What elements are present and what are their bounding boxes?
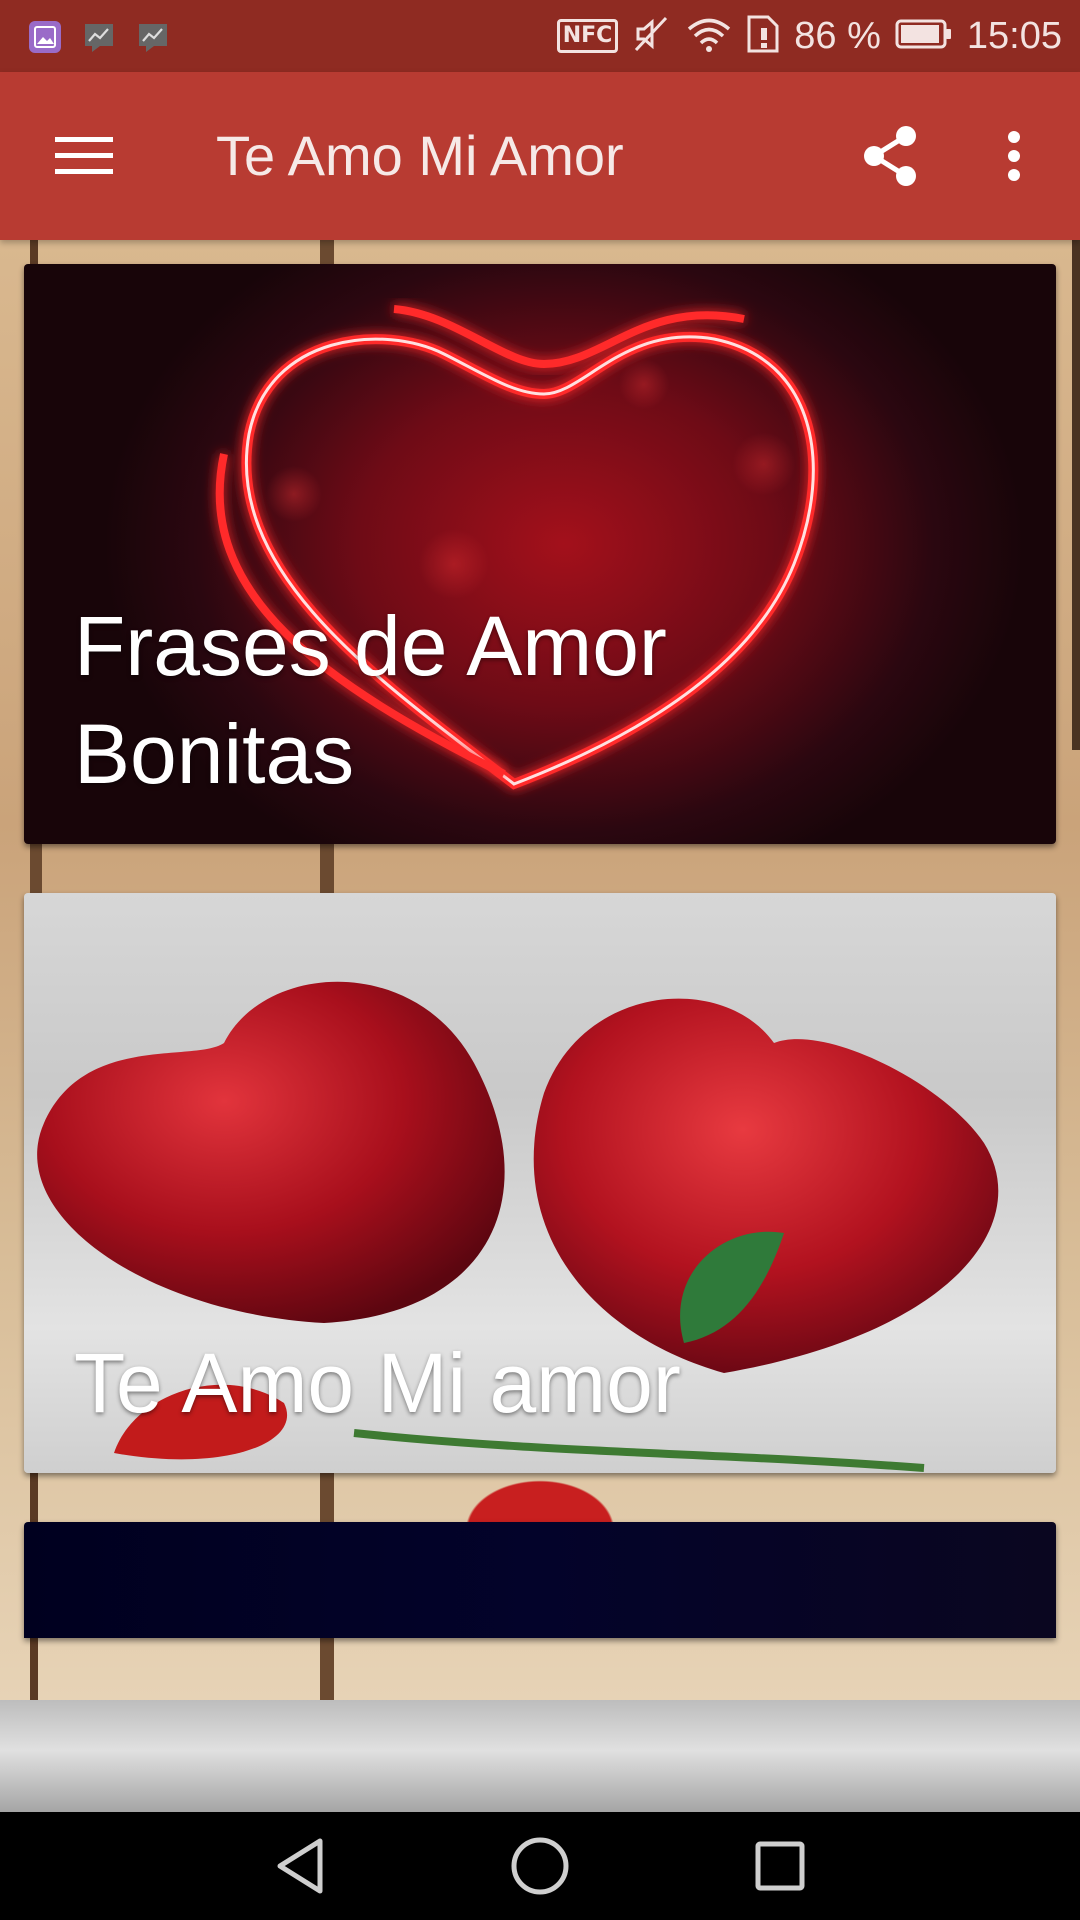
nfc-icon: NFC <box>556 19 619 53</box>
recents-button[interactable] <box>744 1830 816 1902</box>
back-triangle-icon <box>277 1838 323 1894</box>
hamburger-menu-icon <box>55 137 113 174</box>
background-scrollbar[interactable] <box>1072 240 1080 750</box>
battery-icon <box>895 18 953 55</box>
card-title-line: Bonitas <box>74 707 355 801</box>
card-title: Te Amo Mi amor <box>74 1329 681 1437</box>
share-button[interactable] <box>850 116 930 196</box>
recents-square-icon <box>755 1841 805 1891</box>
card-title-line: Frases de Amor <box>74 599 667 693</box>
home-circle-icon <box>511 1837 569 1895</box>
status-bar: NFC 86 % 15:05 <box>0 0 1080 72</box>
chart-notification-icon <box>80 18 118 56</box>
app-bar: Te Amo Mi Amor <box>0 72 1080 240</box>
wifi-icon <box>686 14 732 59</box>
bottom-panel <box>0 1700 1080 1812</box>
category-card-partial[interactable] <box>24 1522 1056 1638</box>
back-button[interactable] <box>264 1830 336 1902</box>
more-options-button[interactable] <box>984 116 1044 196</box>
notification-icons <box>26 18 172 56</box>
chart-notification-icon <box>134 18 172 56</box>
mute-icon <box>632 14 672 59</box>
navigation-bar <box>0 1812 1080 1920</box>
clock: 15:05 <box>966 15 1062 57</box>
card-title-line: Te Amo Mi amor <box>74 1336 681 1430</box>
app-title: Te Amo Mi Amor <box>216 124 624 187</box>
home-button[interactable] <box>504 1830 576 1902</box>
sim-icon <box>746 14 780 59</box>
card-title: Frases de Amor Bonitas <box>74 592 667 808</box>
menu-button[interactable] <box>42 118 126 194</box>
category-card-frases[interactable]: Frases de Amor Bonitas <box>24 264 1056 844</box>
system-status-icons: NFC 86 % 15:05 <box>556 10 1062 62</box>
gallery-notification-icon <box>26 18 64 56</box>
more-vertical-icon <box>1008 131 1020 181</box>
share-icon <box>864 126 916 186</box>
category-card-te-amo[interactable]: Te Amo Mi amor <box>24 893 1056 1473</box>
battery-percent: 86 % <box>794 15 881 57</box>
